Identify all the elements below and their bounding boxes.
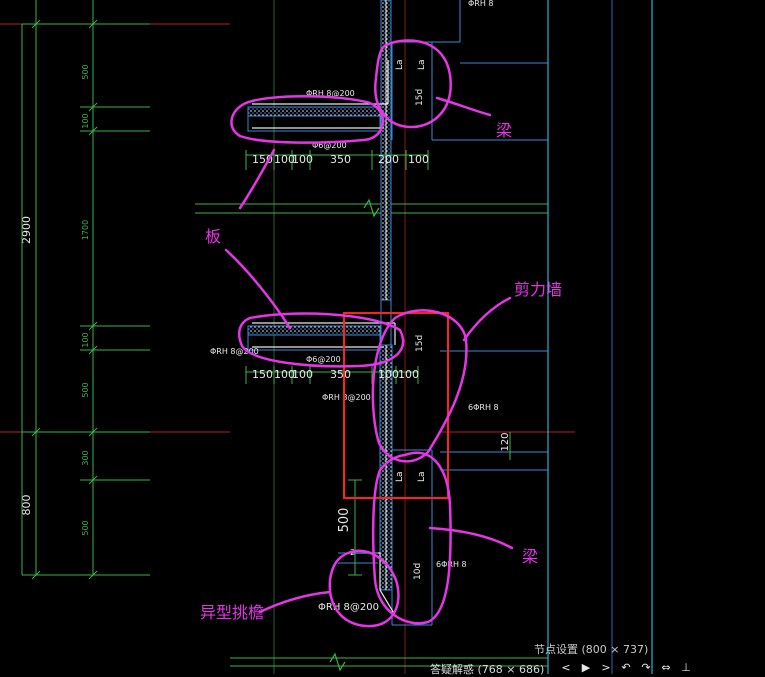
mid-dimension-texts: 150 100 100 350 100 100	[252, 368, 419, 381]
anchor-top-la-2: La	[417, 59, 427, 70]
dim-v-500-mid: 500	[81, 382, 90, 397]
dim-v-500-bot: 500	[81, 520, 90, 535]
viewer-toolbar: < ▶ > ↶ ↷ ⇔ ⊥	[556, 662, 696, 674]
dim-mid-100c: 100	[378, 368, 399, 381]
label-mid-slab-bottom: Φ6@200	[306, 355, 341, 364]
label-mid-center: ΦRH 8@200	[322, 393, 371, 402]
play-icon[interactable]: ▶	[576, 662, 596, 674]
dim-v-100-top: 100	[81, 113, 90, 128]
dim-top-200: 200	[378, 153, 399, 166]
dim-mid-150: 150	[252, 368, 273, 381]
chevron-right-icon[interactable]: >	[596, 662, 616, 674]
dim-v-500-top: 500	[81, 64, 90, 79]
rebar-labels: ΦRH 8@200 Φ6@200 ΦRH 8@200 Φ6@200 ΦRH 8@…	[210, 0, 499, 613]
dim-v-120: 120	[500, 432, 511, 451]
anchor-top-la-1: La	[395, 59, 405, 70]
anchor-top-15d: 15d	[415, 89, 425, 106]
pin-icon[interactable]: ⊥	[676, 662, 696, 674]
dim-v-1700: 1700	[81, 220, 90, 240]
dim-top-100c: 100	[408, 153, 429, 166]
dim-top-350: 350	[330, 153, 351, 166]
node-settings-caption[interactable]: 节点设置 (800 × 737)	[534, 641, 648, 657]
dim-v-300: 300	[81, 450, 90, 465]
left-dimension-lines	[22, 0, 150, 580]
fit-icon[interactable]: ⇔	[656, 662, 676, 674]
dim-v-100-mid: 100	[81, 332, 90, 347]
label-beam-bottom: 梁	[522, 547, 538, 566]
middle-slab	[247, 322, 396, 351]
inner-dimension-texts: 500 100 1700 100 500 300 500	[81, 64, 90, 535]
label-bottom-right: 6ΦRH 8	[436, 560, 467, 569]
qa-window-caption[interactable]: 答疑解惑 (768 × 686)	[430, 661, 544, 677]
dim-mid-350: 350	[330, 368, 351, 381]
anchor-mid-la-1: La	[395, 471, 405, 482]
label-beam-top: 梁	[496, 121, 512, 140]
cad-drawing: 2900 800 500 100 1700 100 500 300 500 15…	[0, 0, 653, 674]
chevron-left-icon[interactable]: <	[556, 662, 576, 674]
anchor-mid-15d: 15d	[415, 335, 425, 352]
dim-v-500-main: 500	[337, 508, 352, 533]
dim-mid-100b: 100	[292, 368, 313, 381]
label-shear-wall: 剪力墙	[514, 280, 562, 299]
label-bottom-eave: ΦRH 8@200	[318, 602, 379, 613]
anchor-labels: La La 15d 15d La La 10d	[395, 59, 427, 580]
label-mid-right: 6ΦRH 8	[468, 403, 499, 412]
redo-icon[interactable]: ↷	[636, 662, 656, 674]
anchor-mid-la-2: La	[417, 471, 427, 482]
anchor-bot-10d: 10d	[413, 563, 423, 580]
reference-lines	[0, 0, 653, 674]
dim-top-100b: 100	[292, 153, 313, 166]
undo-icon[interactable]: ↶	[616, 662, 636, 674]
dim-mid-100d: 100	[398, 368, 419, 381]
label-slab: 板	[205, 227, 221, 246]
label-eave: 异型挑檐	[200, 603, 264, 622]
label-top-partial: ΦRH 8	[468, 0, 494, 8]
